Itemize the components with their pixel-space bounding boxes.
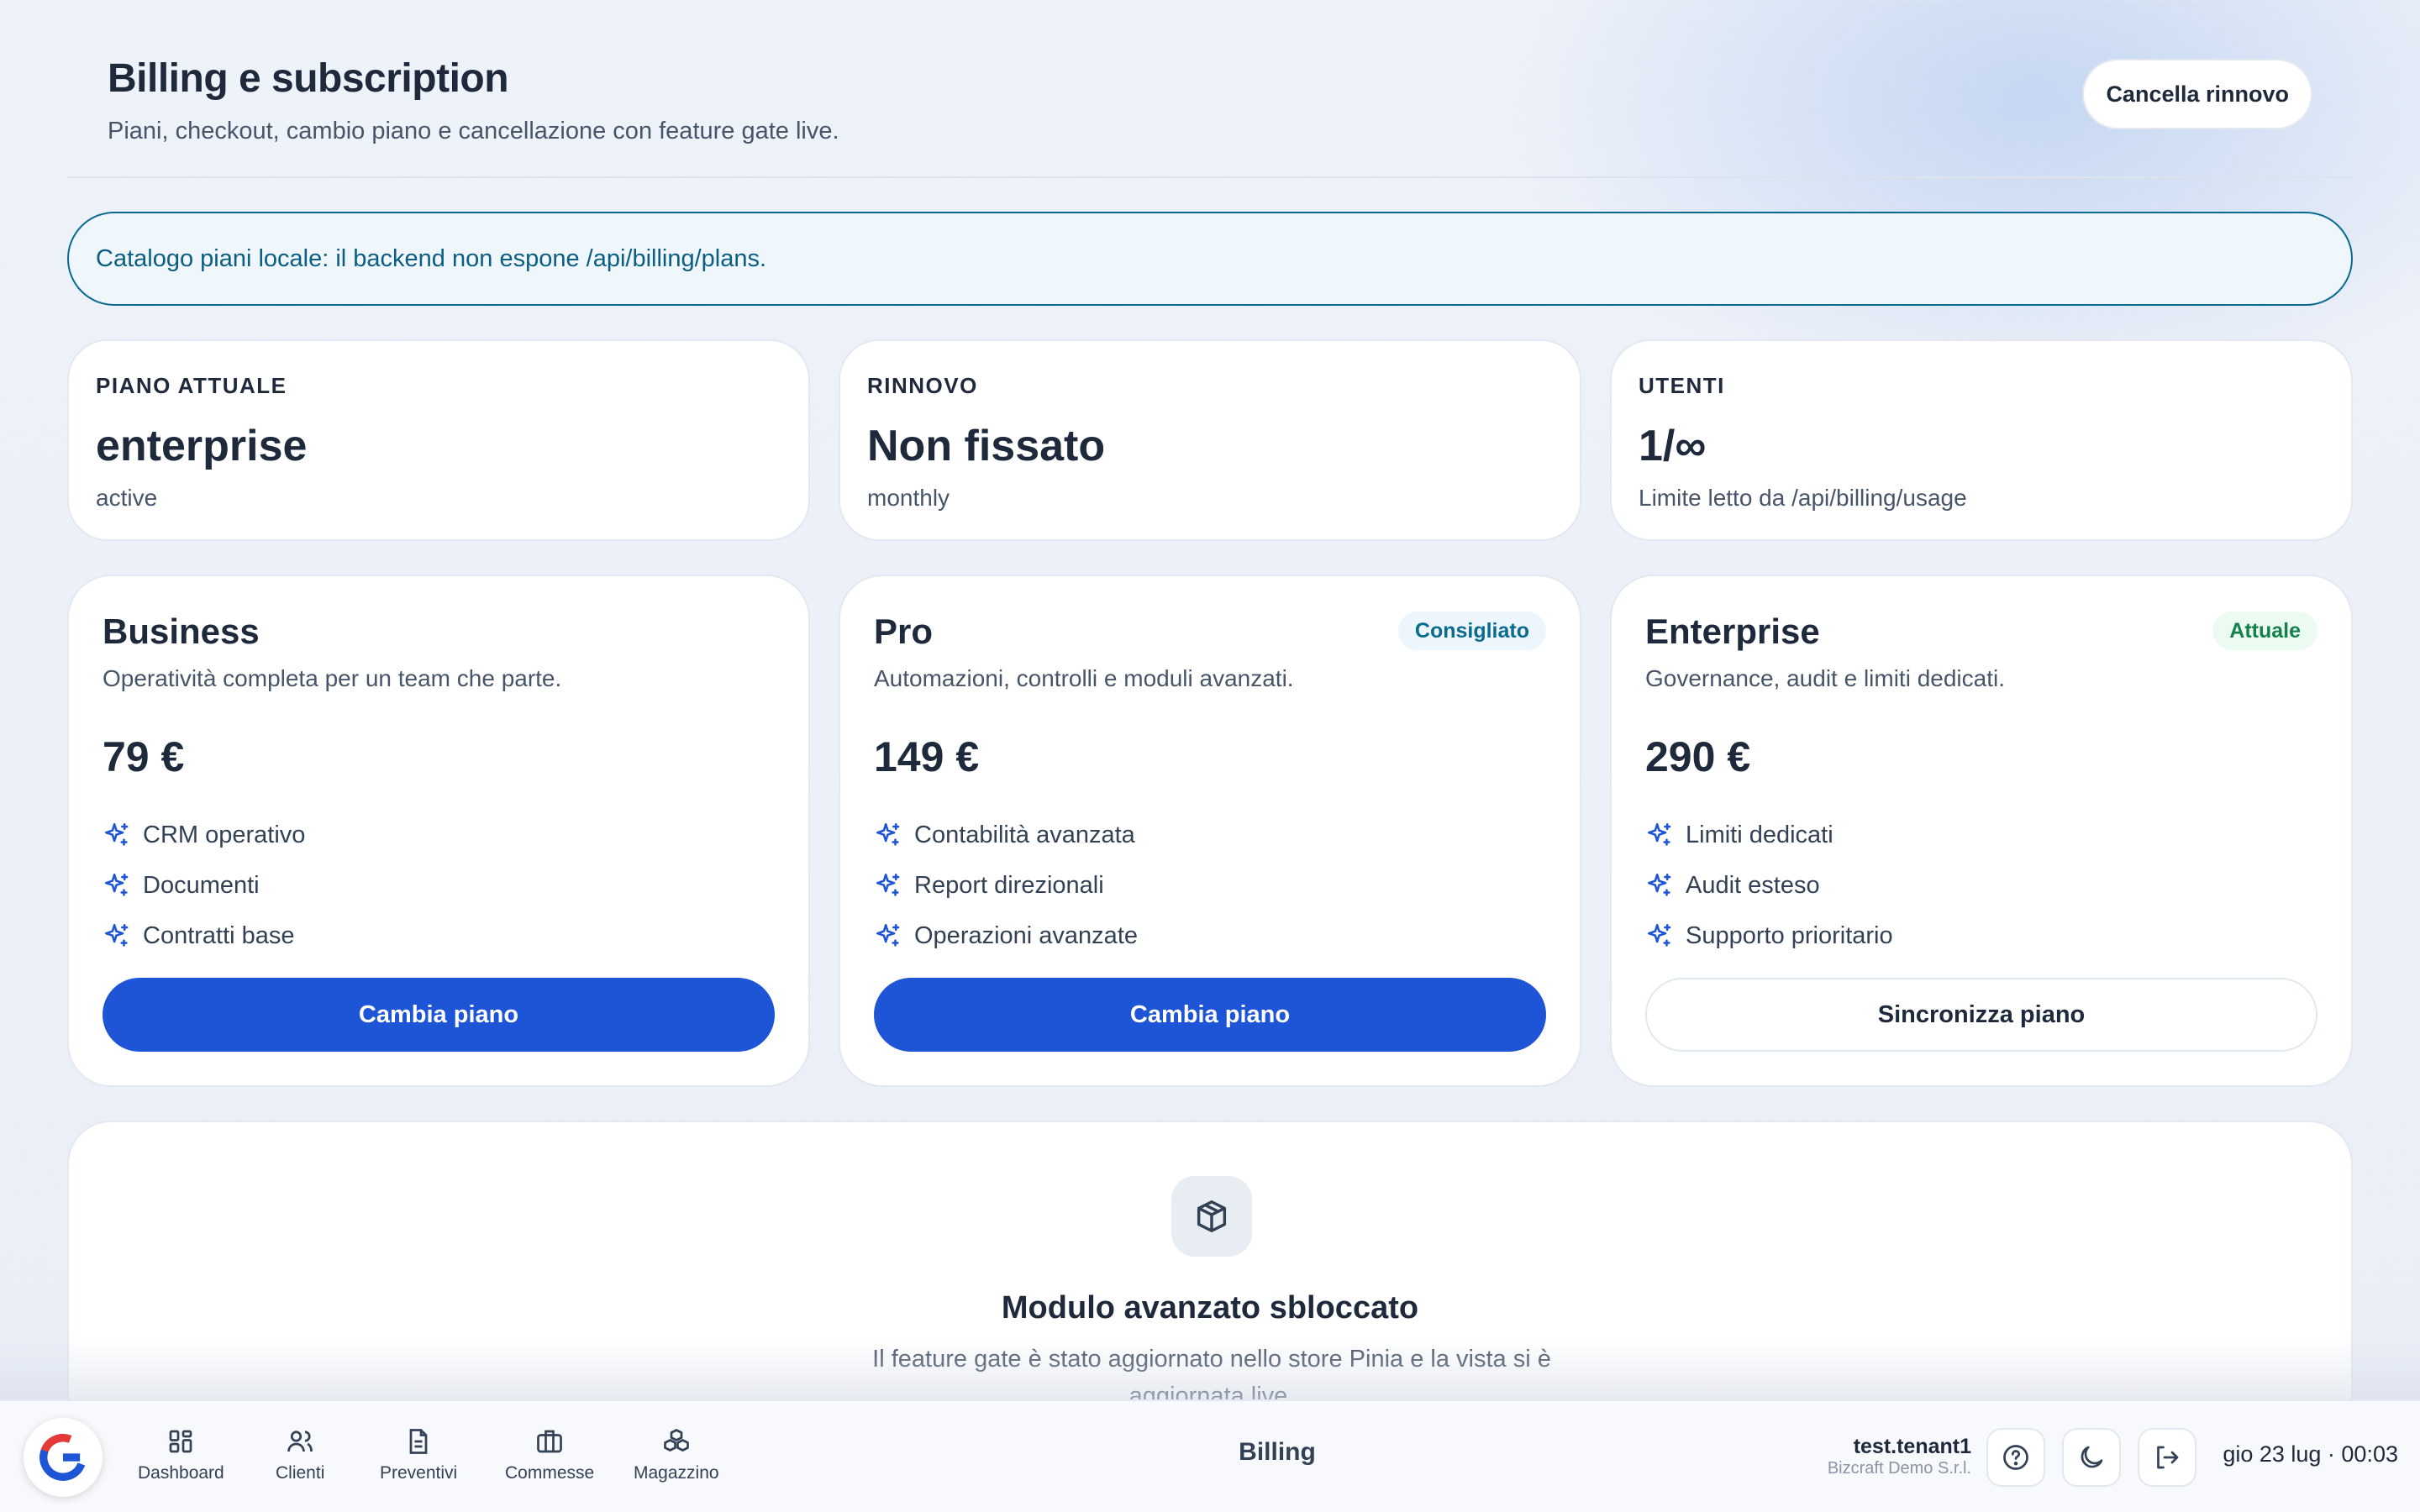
plan-card-business: Business Operatività completa per un tea… bbox=[67, 575, 810, 1087]
stat-label: PIANO ATTUALE bbox=[96, 373, 287, 398]
feature-item: Supporto prioritario bbox=[1645, 911, 1893, 961]
feature-item: Report direzionali bbox=[874, 860, 1138, 911]
logout-button[interactable] bbox=[2138, 1428, 2196, 1487]
feature-item: Contabilità avanzata bbox=[874, 810, 1138, 860]
current-section-title: Billing bbox=[1239, 1438, 1316, 1466]
sparkles-icon bbox=[1647, 873, 1671, 896]
stat-value: Non fissato bbox=[867, 422, 1106, 470]
plan-features: Contabilità avanzata Report direzionali … bbox=[874, 810, 1138, 961]
change-plan-button-pro[interactable]: Cambia piano bbox=[874, 978, 1546, 1052]
package-icon bbox=[1171, 1176, 1252, 1257]
stat-label: UTENTI bbox=[1639, 373, 1725, 398]
feature-label: Limiti dedicati bbox=[1686, 821, 1833, 848]
page-title: Billing e subscription bbox=[108, 56, 509, 101]
plan-description: Automazioni, controlli e moduli avanzati… bbox=[874, 665, 1294, 691]
feature-item: Contratti base bbox=[103, 911, 305, 961]
sync-plan-button[interactable]: Sincronizza piano bbox=[1645, 978, 2317, 1052]
feature-label: Report direzionali bbox=[914, 871, 1104, 899]
plan-name: Pro bbox=[874, 612, 934, 651]
plan-features: CRM operativo Documenti Contratti base bbox=[103, 810, 305, 961]
stat-sub: active bbox=[96, 485, 158, 511]
user-name: test.tenant1 bbox=[1853, 1435, 1971, 1458]
sparkles-icon bbox=[104, 822, 129, 846]
plan-card-pro: Pro Consigliato Automazioni, controlli e… bbox=[839, 575, 1581, 1087]
user-organization: Bizcraft Demo S.r.l. bbox=[1827, 1459, 1971, 1478]
feature-label: Contabilità avanzata bbox=[914, 821, 1135, 848]
feature-item: Audit esteso bbox=[1645, 860, 1893, 911]
feature-item: CRM operativo bbox=[103, 810, 305, 860]
sparkles-icon bbox=[104, 923, 129, 947]
stat-card-current-plan: PIANO ATTUALE enterprise active bbox=[67, 339, 810, 541]
sparkles-icon bbox=[876, 822, 900, 846]
feature-item: Operazioni avanzate bbox=[874, 911, 1138, 961]
feature-label: Supporto prioritario bbox=[1686, 921, 1893, 949]
sparkles-icon bbox=[1647, 822, 1671, 846]
feature-label: Contratti base bbox=[143, 921, 295, 949]
info-banner: Catalogo piani locale: il backend non es… bbox=[67, 212, 2353, 306]
sparkles-icon bbox=[104, 873, 129, 896]
logout-icon bbox=[2157, 1446, 2179, 1469]
plan-price: 79 € bbox=[103, 733, 185, 780]
feature-item: Limiti dedicati bbox=[1645, 810, 1893, 860]
help-icon bbox=[2003, 1445, 2028, 1470]
stat-sub: monthly bbox=[867, 485, 950, 511]
module-title: Modulo avanzato sbloccato bbox=[1001, 1290, 1419, 1326]
plan-description: Operatività completa per un team che par… bbox=[103, 665, 562, 691]
stat-value: enterprise bbox=[96, 422, 308, 470]
plan-description: Governance, audit e limiti dedicati. bbox=[1645, 665, 2005, 691]
moon-icon bbox=[2081, 1446, 2103, 1468]
feature-label: Documenti bbox=[143, 871, 260, 899]
current-badge: Attuale bbox=[2212, 612, 2317, 650]
feature-label: CRM operativo bbox=[143, 821, 306, 848]
feature-label: Operazioni avanzate bbox=[914, 921, 1138, 949]
plan-name: Enterprise bbox=[1645, 612, 1820, 651]
plan-price: 290 € bbox=[1645, 733, 1751, 780]
recommended-badge: Consigliato bbox=[1397, 612, 1546, 650]
bottom-navigation-bar: Dashboard Clienti Preventivi Commesse Ma… bbox=[0, 1399, 2420, 1512]
plan-price: 149 € bbox=[874, 733, 980, 780]
theme-toggle-button[interactable] bbox=[2062, 1428, 2121, 1487]
date-time: gio 23 lug · 00:03 bbox=[2223, 1441, 2398, 1467]
plan-features: Limiti dedicati Audit esteso Supporto pr… bbox=[1645, 810, 1893, 961]
help-button[interactable] bbox=[1986, 1428, 2045, 1487]
plan-name: Business bbox=[103, 612, 260, 651]
change-plan-button-business[interactable]: Cambia piano bbox=[103, 978, 775, 1052]
sparkles-icon bbox=[876, 923, 900, 947]
stat-sub: Limite letto da /api/billing/usage bbox=[1639, 485, 1967, 511]
stat-card-users: UTENTI 1/∞ Limite letto da /api/billing/… bbox=[1610, 339, 2353, 541]
plan-card-enterprise: Enterprise Attuale Governance, audit e l… bbox=[1610, 575, 2353, 1087]
page-subtitle: Piani, checkout, cambio piano e cancella… bbox=[108, 118, 839, 144]
user-info: test.tenant1 Bizcraft Demo S.r.l. bbox=[1828, 1435, 1971, 1478]
sparkles-icon bbox=[1647, 923, 1671, 947]
page-header: Billing e subscription Piani, checkout, … bbox=[67, 0, 2353, 178]
sparkles-icon bbox=[876, 873, 900, 896]
stat-card-renewal: RINNOVO Non fissato monthly bbox=[839, 339, 1581, 541]
feature-label: Audit esteso bbox=[1686, 871, 1820, 899]
feature-item: Documenti bbox=[103, 860, 305, 911]
stat-value: 1/∞ bbox=[1639, 422, 1707, 470]
stat-label: RINNOVO bbox=[867, 373, 978, 398]
cancel-renewal-button[interactable]: Cancella rinnovo bbox=[2082, 59, 2312, 129]
